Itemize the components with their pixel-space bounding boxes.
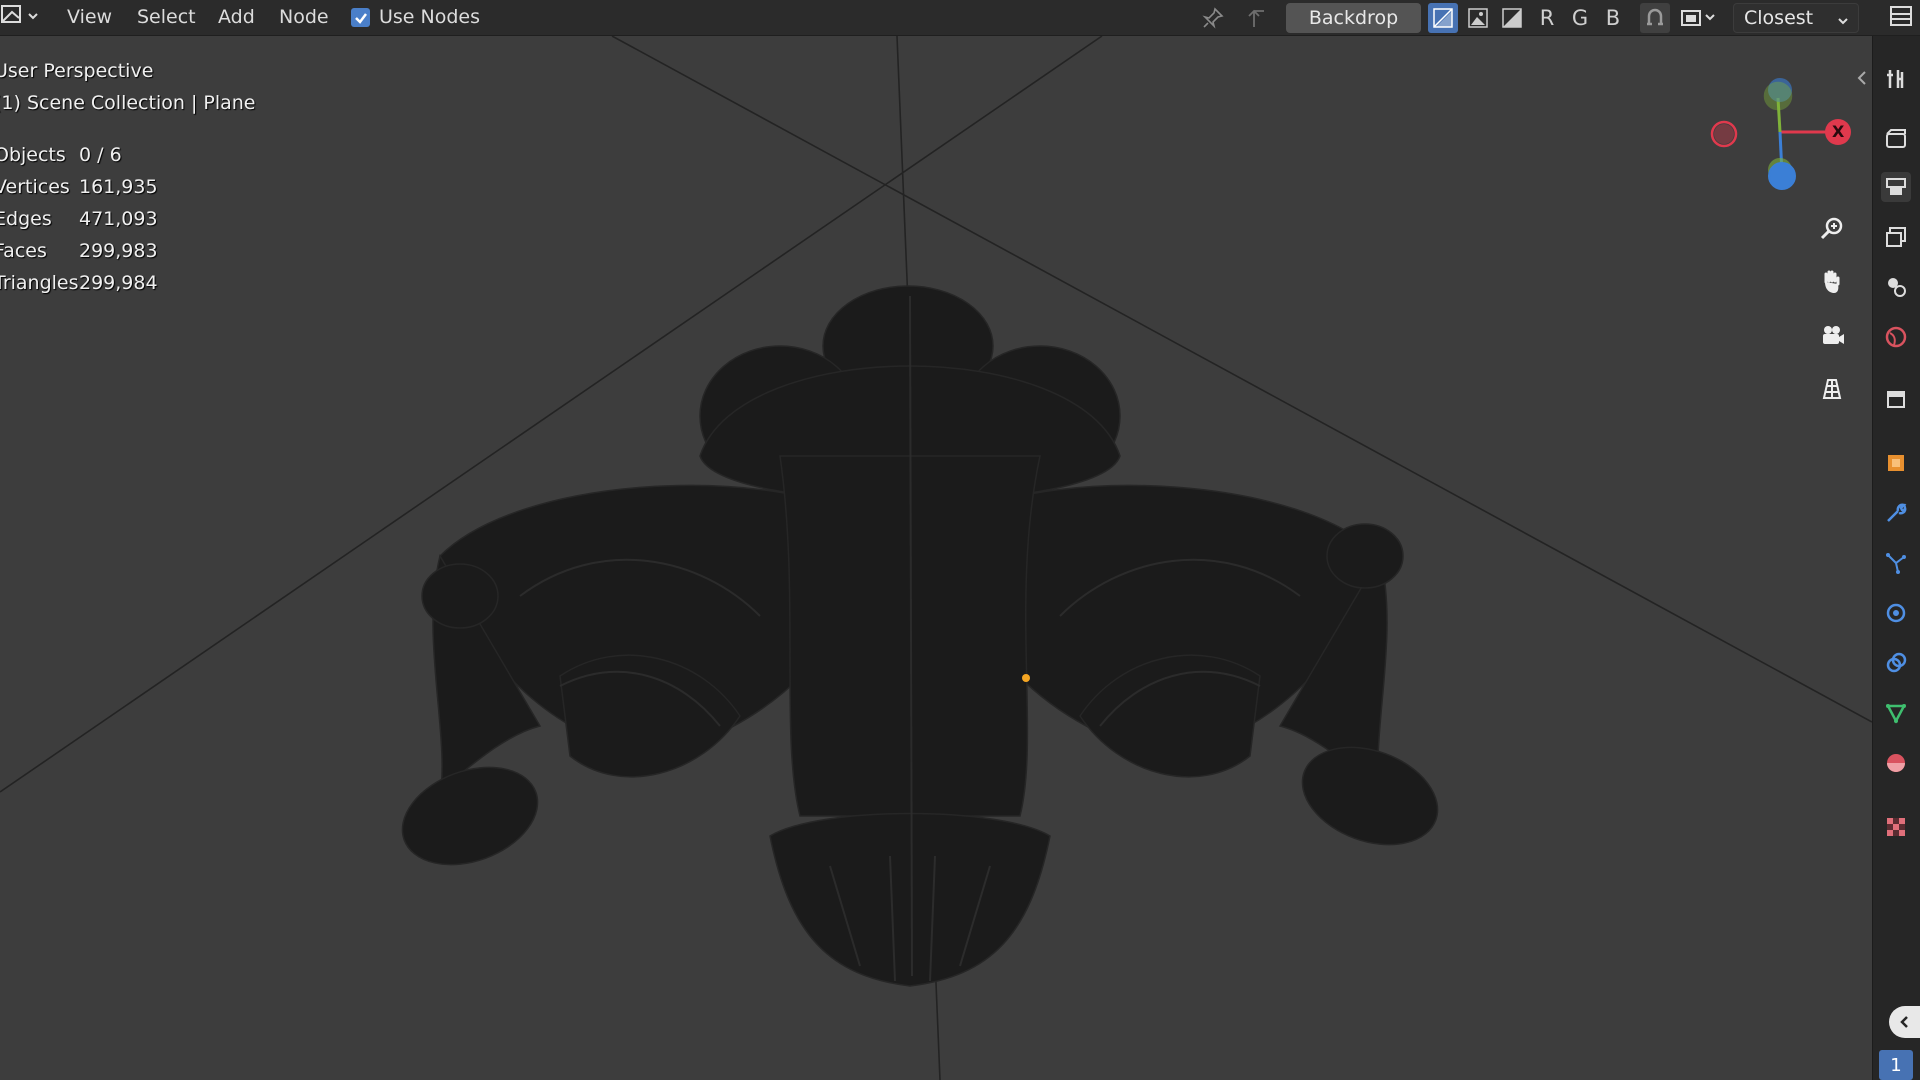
pan-hand-icon[interactable] xyxy=(1815,265,1849,299)
viewport-canvas xyxy=(0,36,1872,1080)
interpolation-value: Closest xyxy=(1744,7,1814,29)
stat-label: Edges xyxy=(0,208,52,230)
sidebar-toggle-icon[interactable] xyxy=(1886,3,1916,29)
channel-g-button[interactable]: G xyxy=(1565,3,1595,33)
zoom-icon[interactable] xyxy=(1815,212,1849,246)
object-icon[interactable] xyxy=(1881,448,1911,478)
snap-icon[interactable] xyxy=(1640,3,1670,33)
use-nodes-checkbox[interactable] xyxy=(351,8,370,27)
tool-icon[interactable] xyxy=(1881,64,1911,94)
snap-element-dropdown[interactable] xyxy=(1676,3,1724,33)
menu-select[interactable]: Select xyxy=(137,6,196,28)
menu-add[interactable]: Add xyxy=(218,6,255,28)
channel-r-button[interactable]: R xyxy=(1532,3,1562,33)
collapse-half-circle-icon[interactable] xyxy=(1889,1006,1920,1038)
physics-icon[interactable] xyxy=(1881,598,1911,628)
data-icon[interactable] xyxy=(1881,698,1911,728)
channel-color-button[interactable] xyxy=(1463,3,1493,33)
channel-b-button[interactable]: B xyxy=(1598,3,1628,33)
grid-view-icon[interactable] xyxy=(1815,371,1849,405)
stat-value: 161,935 xyxy=(79,176,158,198)
channel-color-alpha-button[interactable] xyxy=(1428,3,1458,33)
chevron-down-icon xyxy=(1836,11,1850,33)
stat-label: Triangles xyxy=(0,272,79,294)
use-nodes-label[interactable]: Use Nodes xyxy=(379,6,480,28)
chevron-down-icon xyxy=(26,8,40,27)
node-editor-header: View Select Add Node Use Nodes Backdrop … xyxy=(0,0,1920,36)
scene-collection-label: (1) Scene Collection | Plane xyxy=(0,92,256,114)
gizmo-x-label: X xyxy=(1832,122,1845,141)
material-icon[interactable] xyxy=(1881,748,1911,778)
stat-value: 299,983 xyxy=(79,240,158,262)
active-tab-number[interactable]: 1 xyxy=(1879,1050,1913,1080)
menu-view[interactable]: View xyxy=(67,6,112,28)
texture-icon[interactable] xyxy=(1881,812,1911,842)
stat-value: 299,984 xyxy=(79,272,158,294)
stat-label: Vertices xyxy=(0,176,70,198)
channel-alpha-button[interactable] xyxy=(1497,3,1527,33)
constraints-icon[interactable] xyxy=(1881,648,1911,678)
interpolation-dropdown[interactable]: Closest xyxy=(1733,3,1859,33)
stat-value: 471,093 xyxy=(79,208,158,230)
active-object-origin xyxy=(1022,674,1030,682)
stat-label: Objects xyxy=(0,144,66,166)
backdrop-toggle[interactable]: Backdrop xyxy=(1286,3,1421,33)
image-editor-icon xyxy=(0,4,24,30)
editor-type-button[interactable] xyxy=(0,4,44,30)
output-icon[interactable] xyxy=(1881,172,1911,202)
stat-value: 0 / 6 xyxy=(79,144,122,166)
navigation-gizmo[interactable]: X xyxy=(1700,70,1860,210)
scene-icon[interactable] xyxy=(1881,272,1911,302)
camera-icon[interactable] xyxy=(1815,318,1849,352)
pin-icon[interactable] xyxy=(1198,5,1228,31)
render-icon[interactable] xyxy=(1881,124,1911,154)
collapse-region-icon[interactable] xyxy=(1856,70,1868,90)
particles-icon[interactable] xyxy=(1881,548,1911,578)
properties-tab-strip: 1 xyxy=(1872,36,1920,1080)
menu-node[interactable]: Node xyxy=(279,6,329,28)
view-perspective-label: User Perspective xyxy=(0,60,154,82)
collection-icon[interactable] xyxy=(1881,384,1911,414)
world-icon[interactable] xyxy=(1881,322,1911,352)
viewport-backdrop[interactable] xyxy=(0,36,1872,1080)
view-layer-icon[interactable] xyxy=(1881,222,1911,252)
stat-label: Faces xyxy=(0,240,47,262)
parent-node-icon[interactable] xyxy=(1242,5,1272,31)
ornament-mesh xyxy=(401,285,1439,987)
modifier-icon[interactable] xyxy=(1881,498,1911,528)
